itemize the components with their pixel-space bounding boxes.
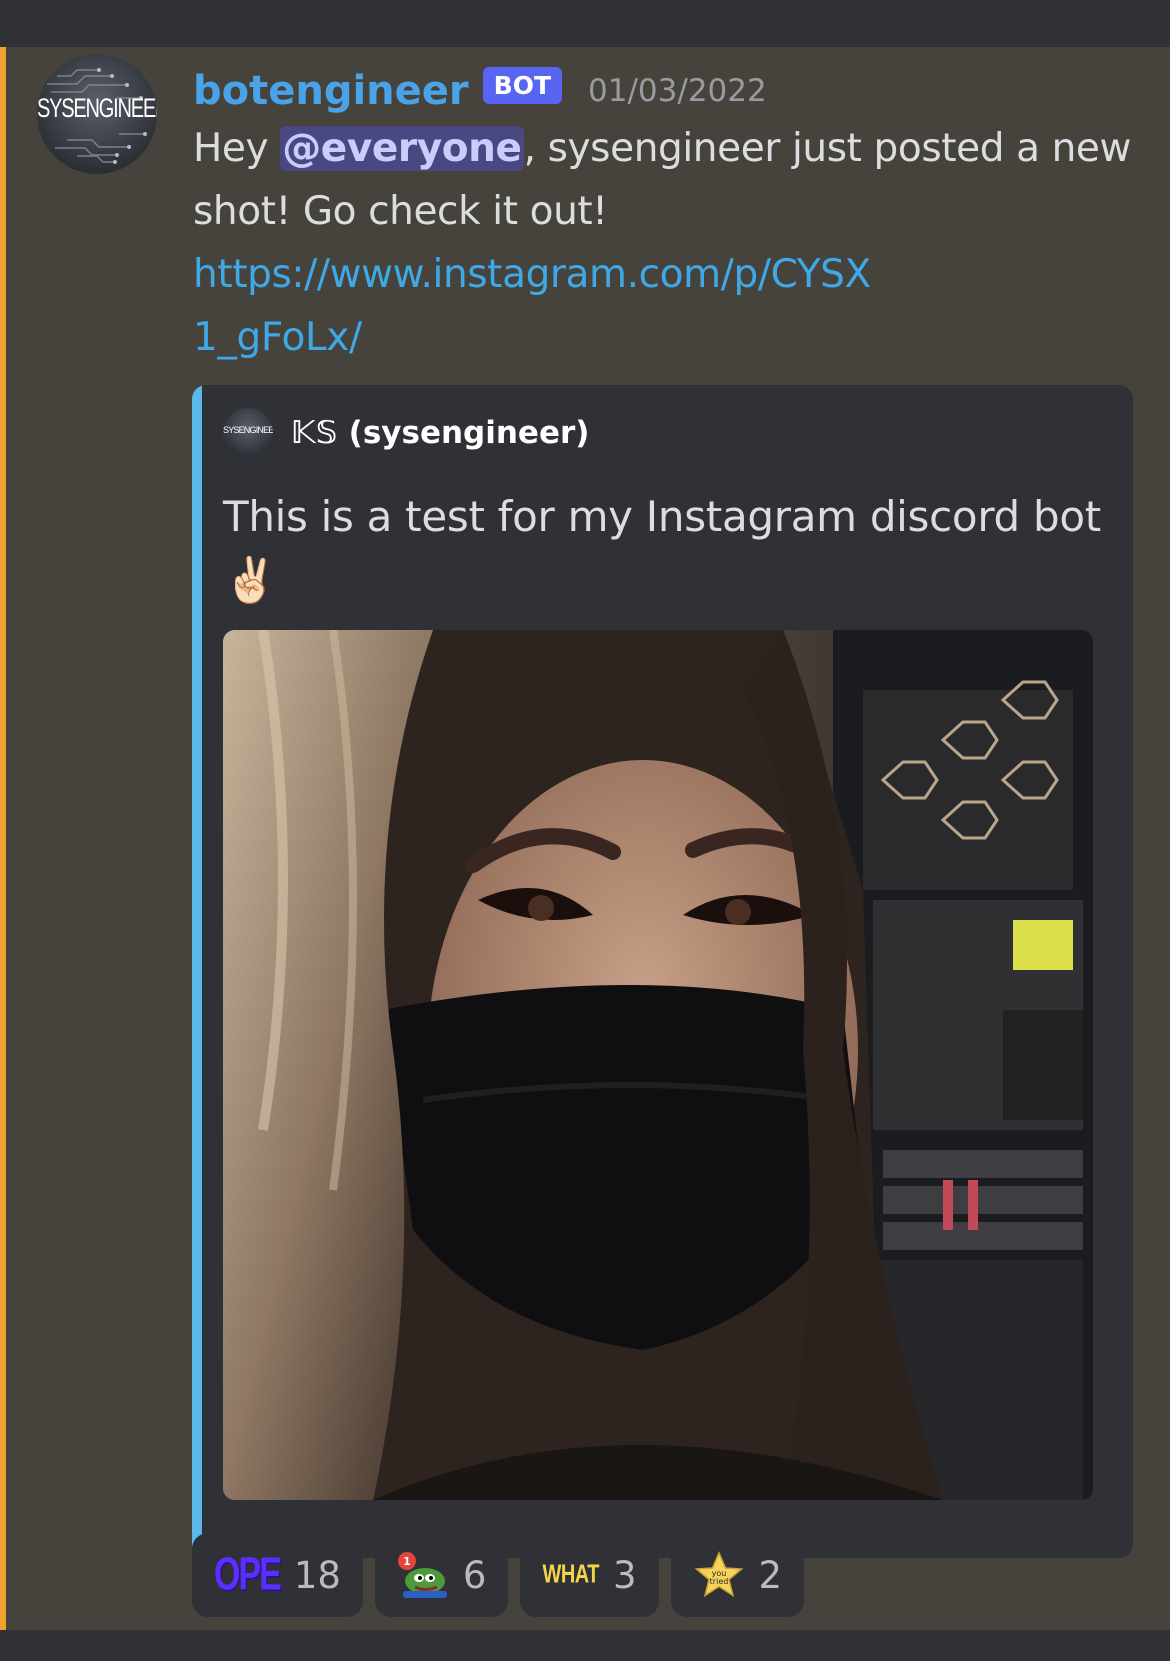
reactions-bar: OPE 18 1 6 WHAT 3 you tried 2: [192, 1533, 805, 1617]
pepe-notification-emoji: 1: [397, 1552, 447, 1598]
top-bar: [0, 0, 1170, 47]
embed-author-icon-label: SYSENGINEER: [223, 425, 273, 435]
you-tried-text-line2: tried: [709, 1577, 728, 1586]
embed-author-name[interactable]: 𝕂𝕊 (sysengineer): [291, 415, 589, 451]
message-content: Hey @everyone, sysengineer just posted a…: [193, 117, 1143, 369]
avatar-label: SYSENGINEER: [37, 93, 157, 124]
reaction-what[interactable]: WHAT 3: [520, 1533, 659, 1617]
reaction-you-tried[interactable]: you tried 2: [670, 1533, 805, 1617]
avatar[interactable]: SYSENGINEER: [37, 54, 157, 174]
message-timestamp[interactable]: 01/03/2022: [588, 73, 767, 109]
reaction-count: 18: [293, 1553, 341, 1597]
peace-hand-emoji: ✌🏻: [223, 555, 278, 606]
embed-description-text: This is a test for my Instagram discord …: [223, 492, 1101, 541]
ope-emoji: OPE: [214, 1548, 282, 1600]
you-tried-star-emoji: you tried: [694, 1551, 743, 1598]
embed-description: This is a test for my Instagram discord …: [223, 485, 1103, 613]
embed-author-icon: SYSENGINEER: [223, 408, 273, 458]
bot-badge: BOT: [482, 66, 563, 104]
embed-photo[interactable]: [223, 630, 1093, 1500]
what-emoji: WHAT: [542, 1560, 599, 1589]
reaction-ope[interactable]: OPE 18: [192, 1533, 363, 1617]
svg-text:1: 1: [403, 1555, 411, 1568]
username[interactable]: botengineer: [193, 68, 469, 114]
mention-highlight-bar: [0, 47, 6, 1630]
everyone-mention[interactable]: @everyone: [280, 126, 524, 171]
embed-author[interactable]: SYSENGINEER 𝕂𝕊 (sysengineer): [223, 407, 589, 459]
reaction-count: 6: [462, 1553, 487, 1597]
reaction-count: 2: [758, 1553, 783, 1597]
message-text-start: Hey: [193, 126, 281, 171]
selfie-photo-illustration: [223, 630, 1093, 1500]
reaction-count: 3: [612, 1553, 637, 1597]
link-embed: SYSENGINEER 𝕂𝕊 (sysengineer) This is a t…: [192, 385, 1133, 1558]
message-header: botengineer BOT 01/03/2022: [193, 61, 767, 121]
instagram-link[interactable]: https://www.instagram.com/p/CYSX1_gFoLx/: [193, 243, 873, 369]
chat-message: SYSENGINEER botengineer BOT 01/03/2022 H…: [0, 47, 1170, 1630]
reaction-pepe[interactable]: 1 6: [374, 1533, 509, 1617]
bottom-bar: [0, 1630, 1170, 1661]
embed-accent-bar: [192, 385, 202, 1558]
